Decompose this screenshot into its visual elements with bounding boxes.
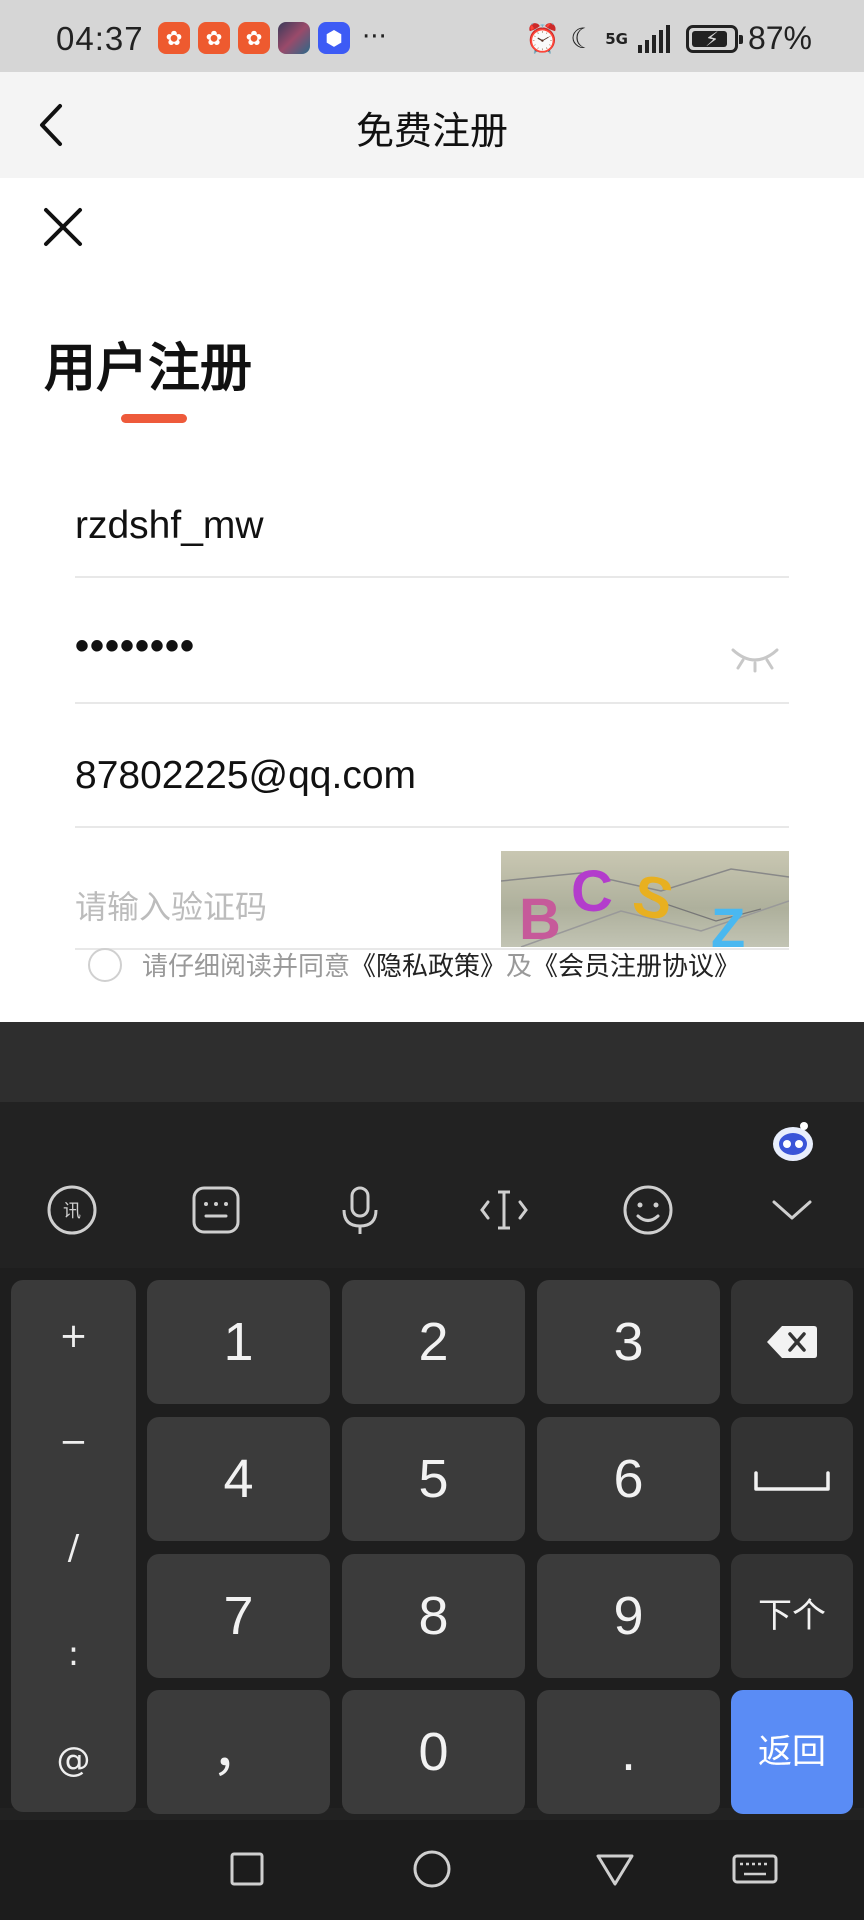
- key-5[interactable]: 5: [342, 1417, 525, 1541]
- agree-checkbox[interactable]: [88, 947, 122, 982]
- key-7[interactable]: 7: [147, 1554, 330, 1678]
- symbol-key[interactable]: +: [11, 1316, 136, 1356]
- keyboard-switch-icon[interactable]: [728, 1842, 782, 1896]
- member-terms-link[interactable]: 《会员注册协议》: [532, 946, 740, 983]
- cube-app-icon: ⬢: [318, 22, 350, 54]
- captcha-graphic: B C S Z: [501, 859, 789, 947]
- code-placeholder[interactable]: 请输入验证码: [75, 882, 267, 928]
- kuaishou-icon: ✿: [238, 22, 270, 54]
- agreement-prefix: 请仔细阅读并同意: [142, 952, 351, 982]
- battery-icon: ⚡: [685, 24, 743, 53]
- network-type: 5G: [605, 29, 628, 48]
- emoji-icon[interactable]: [618, 1180, 678, 1240]
- key-4[interactable]: 4: [147, 1417, 330, 1541]
- key-0[interactable]: 0: [342, 1690, 525, 1814]
- handwriting-mode-icon[interactable]: 讯: [42, 1180, 102, 1240]
- collapse-keyboard-icon[interactable]: [762, 1180, 822, 1240]
- alarm-icon: ⏰: [525, 22, 561, 55]
- agreement-row: 请仔细阅读并同意 《隐私政策》 及 《会员注册协议》: [88, 946, 740, 983]
- comma-key[interactable]: ，: [147, 1690, 330, 1814]
- symbol-column[interactable]: + − / : @: [11, 1280, 136, 1812]
- charging-icon: ⚡: [704, 26, 719, 51]
- backspace-key[interactable]: [731, 1280, 853, 1404]
- svg-text:讯: 讯: [63, 1201, 81, 1222]
- symbol-key[interactable]: :: [11, 1634, 136, 1674]
- navigation-bar: [0, 1820, 864, 1920]
- battery-percent: 87%: [747, 20, 812, 56]
- signal-icon: [637, 24, 670, 53]
- privacy-policy-link[interactable]: 《隐私政策》: [350, 946, 506, 983]
- cursor-move-icon[interactable]: [474, 1180, 534, 1240]
- eye-closed-icon[interactable]: [729, 636, 781, 676]
- symbol-key[interactable]: @: [11, 1740, 136, 1780]
- assistant-icon[interactable]: [770, 1120, 816, 1164]
- symbol-key[interactable]: −: [11, 1422, 136, 1462]
- space-key[interactable]: [731, 1417, 853, 1541]
- svg-text:B: B: [519, 887, 561, 947]
- svg-text:Z: Z: [711, 896, 745, 947]
- close-icon: [44, 208, 82, 246]
- close-button[interactable]: [40, 204, 86, 250]
- form-heading: 用户注册: [44, 339, 253, 399]
- status-bar: 04:37 ✿ ✿ ✿ ⬢ ··· ⏰ ☾ 5G ⚡ 87%: [0, 0, 864, 72]
- kuaishou-icon: ✿: [198, 22, 230, 54]
- svg-text:C: C: [571, 859, 613, 924]
- key-6[interactable]: 6: [537, 1417, 720, 1541]
- period-key[interactable]: .: [537, 1690, 720, 1814]
- key-8[interactable]: 8: [342, 1554, 525, 1678]
- symbol-key[interactable]: /: [11, 1528, 136, 1568]
- heading-underline: [121, 414, 187, 423]
- photo-thumbnail-icon: [278, 22, 310, 54]
- key-9[interactable]: 9: [537, 1554, 720, 1678]
- space-icon: [754, 1471, 830, 1491]
- title-bar: 免费注册: [0, 72, 864, 178]
- notification-icons: ✿ ✿ ✿ ⬢ ···: [158, 22, 387, 54]
- password-field[interactable]: ••••••••: [75, 614, 789, 704]
- username-field[interactable]: rzdshf_mw: [75, 488, 789, 578]
- keyboard-top-strip: [0, 1022, 864, 1102]
- overflow-dots: ···: [362, 22, 387, 52]
- microphone-icon[interactable]: [330, 1180, 390, 1240]
- key-1[interactable]: 1: [147, 1280, 330, 1404]
- kuaishou-icon: ✿: [158, 22, 190, 54]
- username-value[interactable]: rzdshf_mw: [75, 504, 264, 548]
- recents-square-icon[interactable]: [220, 1842, 274, 1896]
- back-triangle-icon[interactable]: [588, 1842, 642, 1896]
- agreement-joiner: 及: [506, 952, 533, 982]
- return-key[interactable]: 返回: [731, 1690, 853, 1814]
- backspace-icon: [767, 1326, 817, 1358]
- password-value[interactable]: ••••••••: [75, 624, 195, 669]
- key-2[interactable]: 2: [342, 1280, 525, 1404]
- email-field[interactable]: 87802225@qq.com: [75, 738, 789, 828]
- email-value[interactable]: 87802225@qq.com: [75, 754, 416, 798]
- keyboard-toolbar: 讯: [0, 1180, 864, 1256]
- keyboard-layout-icon[interactable]: [186, 1180, 246, 1240]
- captcha-image[interactable]: B C S Z: [501, 851, 789, 947]
- next-key[interactable]: 下个: [731, 1554, 853, 1678]
- page-title: 免费注册: [355, 109, 508, 153]
- key-3[interactable]: 3: [537, 1280, 720, 1404]
- home-circle-icon[interactable]: [405, 1842, 459, 1896]
- moon-icon: ☾: [570, 22, 596, 55]
- status-time: 04:37: [56, 20, 144, 57]
